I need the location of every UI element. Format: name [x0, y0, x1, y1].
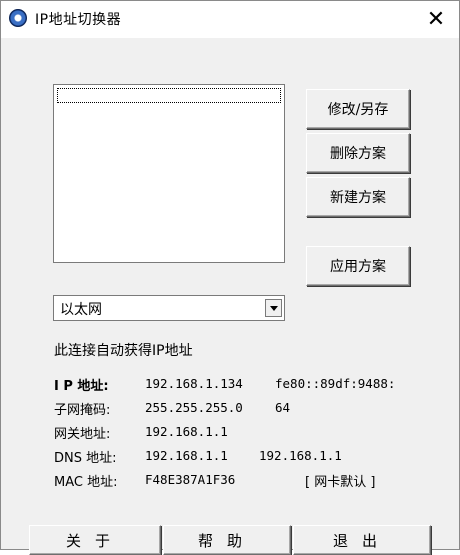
connection-status-text: 此连接自动获得IP地址	[54, 343, 193, 359]
app-window: IP地址切换器 ✕ 修改/另存 删除方案 新建方案 以太网 应用方案 此连接自动…	[0, 0, 460, 555]
dns-secondary-value: 192.168.1.1	[259, 448, 342, 463]
mask-label: 子网掩码:	[54, 403, 111, 418]
window-title: IP地址切换器	[35, 12, 122, 28]
mask-prefix: 64	[275, 400, 291, 415]
mac-value: F48E387A1F36	[145, 472, 236, 487]
help-button[interactable]: 帮助	[163, 525, 291, 555]
client-area: 修改/另存 删除方案 新建方案 以太网 应用方案 此连接自动获得IP地址 I P…	[5, 38, 455, 555]
app-icon	[9, 9, 27, 27]
modify-save-button[interactable]: 修改/另存	[306, 89, 410, 129]
adapter-select-value: 以太网	[60, 302, 102, 318]
mask-value: 255.255.255.0	[145, 400, 243, 415]
dns-label: DNS 地址:	[54, 451, 117, 466]
dns-primary-value: 192.168.1.1	[145, 448, 228, 463]
about-button[interactable]: 关于	[29, 525, 161, 555]
scheme-list[interactable]	[53, 84, 285, 263]
apply-scheme-button[interactable]: 应用方案	[306, 246, 410, 286]
ip-v6-value: fe80::89df:9488:	[275, 376, 396, 391]
delete-scheme-button[interactable]: 删除方案	[306, 133, 410, 173]
exit-button[interactable]: 退出	[293, 525, 431, 555]
mac-default-link[interactable]: [ 网卡默认 ]	[305, 471, 375, 490]
ip-label: I P 地址:	[54, 379, 109, 394]
title-bar[interactable]: IP地址切换器 ✕	[1, 1, 459, 38]
new-scheme-button[interactable]: 新建方案	[306, 177, 410, 217]
close-button[interactable]: ✕	[413, 1, 459, 38]
gateway-value: 192.168.1.1	[145, 424, 228, 439]
ip-v4-value: 192.168.1.134	[145, 376, 243, 391]
adapter-select[interactable]: 以太网	[53, 295, 285, 321]
mac-label: MAC 地址:	[54, 475, 118, 490]
list-focus-item[interactable]	[57, 88, 281, 103]
gateway-label: 网关地址:	[54, 427, 111, 442]
chevron-down-icon[interactable]	[265, 299, 282, 317]
